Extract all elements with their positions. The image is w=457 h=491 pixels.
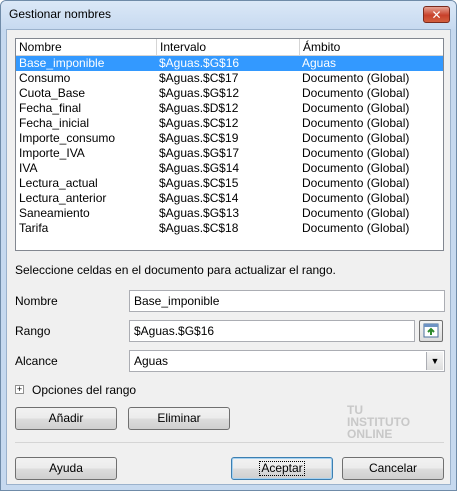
- scope-cell: Documento (Global): [302, 146, 410, 160]
- close-button[interactable]: ✕: [423, 6, 450, 23]
- expand-plus-icon[interactable]: +: [15, 385, 24, 394]
- range-options-label[interactable]: Opciones del rango: [32, 383, 136, 397]
- scope-cell: Documento (Global): [302, 86, 410, 100]
- name-cell: Consumo: [19, 71, 71, 85]
- range-cell: $Aguas.$C$15: [159, 176, 239, 190]
- name-cell: Tarifa: [19, 221, 49, 235]
- list-item[interactable]: Importe_IVA $Aguas.$G$17 Documento (Global…: [16, 146, 443, 161]
- dialog-window: Gestionar nombres ✕ Nombre Intervalo Ámb…: [0, 0, 457, 491]
- delete-button-label: Eliminar: [157, 411, 201, 425]
- range-input[interactable]: $Aguas.$G$16: [129, 320, 415, 342]
- select-range-icon: [423, 323, 439, 338]
- list-item[interactable]: Fecha_inicial $Aguas.$C$12 Documento (Glob…: [16, 116, 443, 131]
- column-header-scope[interactable]: Ámbito: [299, 39, 443, 55]
- list-item[interactable]: Lectura_anterior $Aguas.$C$14 Documento (G…: [16, 191, 443, 206]
- separator: [15, 442, 444, 443]
- list-item[interactable]: Importe_consumo $Aguas.$C$19 Documento (Gl…: [16, 131, 443, 146]
- name-label: Nombre: [15, 294, 58, 308]
- cancel-button[interactable]: Cancelar: [342, 457, 444, 480]
- range-cell: $Aguas.$C$12: [159, 116, 239, 130]
- name-cell: Cuota_Base: [19, 86, 86, 100]
- scope-cell: Documento (Global): [302, 101, 410, 115]
- delete-button[interactable]: Eliminar: [128, 407, 230, 430]
- range-cell: $Aguas.$C$17: [159, 71, 239, 85]
- scope-cell: Documento (Global): [302, 161, 410, 175]
- list-header: Nombre Intervalo Ámbito: [16, 39, 443, 56]
- scope-cell: Documento (Global): [302, 221, 410, 235]
- list-item[interactable]: IVA $Aguas.$G$14 Documento (Global): [16, 161, 443, 176]
- name-cell: Base_imponible: [19, 56, 105, 70]
- name-cell: Importe_IVA: [19, 146, 85, 160]
- ok-button-label: Aceptar: [259, 461, 305, 476]
- scope-cell: Documento (Global): [302, 131, 410, 145]
- help-button-label: Ayuda: [49, 461, 83, 475]
- name-cell: Saneamiento: [19, 206, 90, 220]
- range-cell: $Aguas.$C$14: [159, 191, 239, 205]
- watermark-line-3: ONLINE: [347, 427, 393, 441]
- shrink-range-button[interactable]: [419, 320, 443, 342]
- name-cell: Lectura_actual: [19, 176, 98, 190]
- name-input[interactable]: Base_imponible: [129, 290, 445, 312]
- range-cell: $Aguas.$G$16: [159, 56, 240, 70]
- title-bar[interactable]: Gestionar nombres ✕: [1, 1, 456, 29]
- list-item[interactable]: Fecha_final $Aguas.$D$12 Documento (Global…: [16, 101, 443, 116]
- scope-cell: Documento (Global): [302, 116, 410, 130]
- scope-cell: Documento (Global): [302, 206, 410, 220]
- column-header-name[interactable]: Nombre: [16, 39, 156, 55]
- scope-cell: Documento (Global): [302, 71, 410, 85]
- name-cell: Importe_consumo: [19, 131, 116, 145]
- scope-cell: Documento (Global): [302, 176, 410, 190]
- scope-cell: Aguas: [302, 56, 337, 70]
- list-item[interactable]: Cuota_Base $Aguas.$G$12 Documento (Global): [16, 86, 443, 101]
- range-cell: $Aguas.$G$14: [159, 161, 240, 175]
- watermark-logo: TU INSTITUTO ONLINE: [347, 404, 427, 440]
- list-item[interactable]: Tarifa $Aguas.$C$18 Documento (Global): [16, 221, 443, 236]
- range-cell: $Aguas.$G$13: [159, 206, 240, 220]
- range-cell: $Aguas.$C$18: [159, 221, 239, 235]
- list-item[interactable]: Lectura_actual $Aguas.$C$15 Documento (Glo…: [16, 176, 443, 191]
- add-button[interactable]: Añadir: [15, 407, 117, 430]
- name-cell: Fecha_inicial: [19, 116, 90, 130]
- range-cell: $Aguas.$G$17: [159, 146, 240, 160]
- ok-button[interactable]: Aceptar: [231, 457, 333, 480]
- window-title: Gestionar nombres: [9, 7, 112, 21]
- list-item[interactable]: Base_imponible $Aguas.$G$16 Aguas: [16, 56, 443, 71]
- scope-select[interactable]: Aguas ▼: [129, 350, 445, 372]
- range-cell: $Aguas.$C$19: [159, 131, 239, 145]
- names-list[interactable]: Nombre Intervalo Ámbito Base_imponible $A…: [15, 38, 444, 251]
- name-cell: IVA: [19, 161, 38, 175]
- add-button-label: Añadir: [48, 411, 84, 425]
- cancel-button-label: Cancelar: [368, 461, 418, 475]
- scope-value: Aguas: [134, 354, 169, 368]
- name-cell: Fecha_final: [19, 101, 82, 115]
- list-item[interactable]: Saneamiento $Aguas.$G$13 Documento (Global…: [16, 206, 443, 221]
- scope-cell: Documento (Global): [302, 191, 410, 205]
- range-cell: $Aguas.$D$12: [159, 101, 239, 115]
- column-header-range[interactable]: Intervalo: [156, 39, 299, 55]
- range-cell: $Aguas.$G$12: [159, 86, 240, 100]
- chevron-down-icon[interactable]: ▼: [426, 352, 443, 370]
- name-cell: Lectura_anterior: [19, 191, 107, 205]
- help-button[interactable]: Ayuda: [15, 457, 117, 480]
- scope-label: Alcance: [15, 354, 58, 368]
- range-label: Rango: [15, 324, 51, 338]
- list-item[interactable]: Consumo $Aguas.$C$17 Documento (Global): [16, 71, 443, 86]
- hint-text: Seleccione celdas en el documento para a…: [15, 263, 336, 277]
- dialog-body: Nombre Intervalo Ámbito Base_imponible $A…: [6, 29, 451, 485]
